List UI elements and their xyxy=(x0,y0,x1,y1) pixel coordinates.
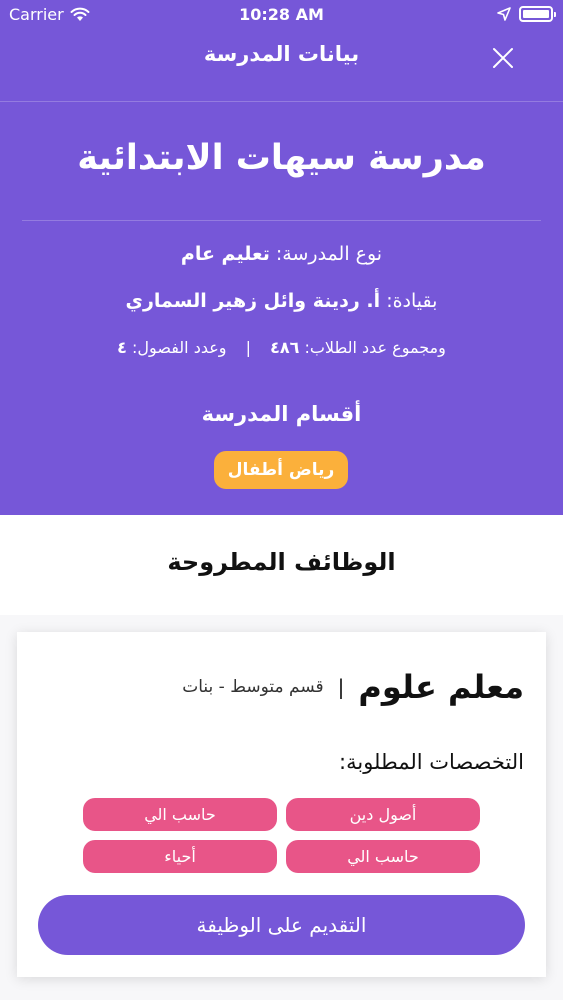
jobs-area: الوظائف المطروحة معلم علوم | قسم متوسط -… xyxy=(0,515,563,1000)
close-icon[interactable] xyxy=(489,44,517,72)
location-arrow-icon xyxy=(497,7,511,21)
job-heading-separator: | xyxy=(337,675,345,699)
school-type-label: نوع المدرسة: xyxy=(275,243,383,265)
nav-title: بيانات المدرسة xyxy=(203,42,360,66)
nav-bar: بيانات المدرسة xyxy=(0,30,563,102)
status-time: 10:28 AM xyxy=(239,5,324,24)
sections-title: أقسام المدرسة xyxy=(201,402,362,426)
jobs-header: الوظائف المطروحة xyxy=(0,515,563,615)
school-counts-line: ومجموع عدد الطلاب: ٤٨٦ | وعدد الفصول: ٤ xyxy=(0,338,563,357)
spec-chip: حاسب الي xyxy=(83,798,277,831)
classes-count-label: وعدد الفصول: xyxy=(132,338,227,357)
classes-count-value: ٤ xyxy=(117,338,127,357)
job-department: قسم متوسط - بنات xyxy=(182,677,324,697)
status-right-group xyxy=(497,6,556,22)
school-type-value: تعليم عام xyxy=(180,243,270,265)
school-leader-label: بقيادة: xyxy=(386,290,438,312)
job-title: معلم علوم xyxy=(358,668,524,706)
job-heading: معلم علوم | قسم متوسط - بنات xyxy=(182,668,524,706)
students-count-value: ٤٨٦ xyxy=(270,338,300,357)
spec-chip: أحياء xyxy=(83,840,277,873)
school-name: مدرسة سيهات الابتدائية xyxy=(77,138,486,178)
header-divider xyxy=(22,220,541,221)
job-card: معلم علوم | قسم متوسط - بنات التخصصات ال… xyxy=(17,632,546,977)
jobs-title: الوظائف المطروحة xyxy=(167,548,396,576)
battery-icon xyxy=(519,6,556,22)
school-leader-value: أ. ردينة وائل زهير السماري xyxy=(125,290,381,312)
students-count-label: ومجموع عدد الطلاب: xyxy=(304,338,446,357)
required-specializations-label: التخصصات المطلوبة: xyxy=(339,750,524,774)
apply-job-button[interactable]: التقديم على الوظيفة xyxy=(38,895,525,955)
counts-separator: | xyxy=(245,338,251,357)
status-bar: Carrier 10:28 AM xyxy=(0,0,563,30)
school-header: Carrier 10:28 AM بيانات المدرسة مدرسة سي… xyxy=(0,0,563,515)
spec-chip: حاسب الي xyxy=(286,840,480,873)
school-leader-line: بقيادة: أ. ردينة وائل زهير السماري xyxy=(0,290,563,312)
spec-chip: أصول دين xyxy=(286,798,480,831)
school-type-line: نوع المدرسة: تعليم عام xyxy=(0,243,563,265)
section-chip-kindergarten[interactable]: رياض أطفال xyxy=(214,451,348,489)
